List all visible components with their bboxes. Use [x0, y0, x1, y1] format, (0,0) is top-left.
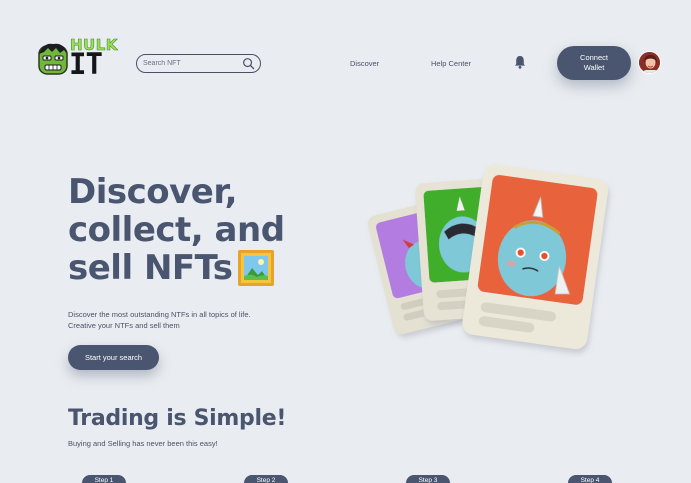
search-icon[interactable]	[242, 57, 255, 70]
connect-wallet-label-line2: Wallet	[583, 63, 605, 72]
nft-card-orange	[462, 164, 609, 350]
step-4-badge: Step 4	[568, 475, 612, 483]
avatar-portrait-icon	[639, 52, 660, 73]
hero-title-line-3-wrap: sell NFTs	[68, 249, 285, 287]
hero-title: Discover, collect, and sell NFTs	[68, 173, 285, 287]
connect-wallet-button[interactable]: Connect Wallet	[557, 46, 631, 80]
hero-description: Discover the most outstanding NTFs in al…	[68, 309, 288, 331]
logo-wordmark-bottom: IT	[69, 47, 103, 81]
trading-title: Trading is Simple!	[68, 406, 287, 431]
nft-cards-illustration	[367, 164, 609, 350]
avatar[interactable]	[638, 51, 661, 74]
step-3-badge: Step 3	[406, 475, 450, 483]
hero-title-line-1: Discover,	[68, 172, 238, 212]
nav-discover-link[interactable]: Discover	[350, 59, 379, 68]
search-input[interactable]	[143, 60, 238, 67]
framed-picture-icon	[237, 250, 274, 286]
step-2-badge: Step 2	[244, 475, 288, 483]
bell-icon[interactable]	[514, 55, 526, 69]
step-1-badge: Step 1	[82, 475, 126, 483]
start-search-button[interactable]: Start your search	[68, 345, 159, 370]
hulk-face-logo-icon	[38, 43, 68, 75]
hero-description-line-1: Discover the most outstanding NTFs in al…	[68, 310, 251, 319]
hero-title-line-2: collect, and	[68, 210, 285, 250]
logo[interactable]: HULK IT	[36, 36, 126, 81]
search-bar	[136, 54, 261, 73]
nav-help-center-link[interactable]: Help Center	[431, 59, 471, 68]
hero-title-line-3: sell NFTs	[68, 248, 233, 288]
hero-description-line-2: Creative your NTFs and sell them	[68, 321, 180, 330]
connect-wallet-label-line1: Connect	[580, 53, 608, 62]
trading-subtitle: Buying and Selling has never been this e…	[68, 439, 218, 448]
